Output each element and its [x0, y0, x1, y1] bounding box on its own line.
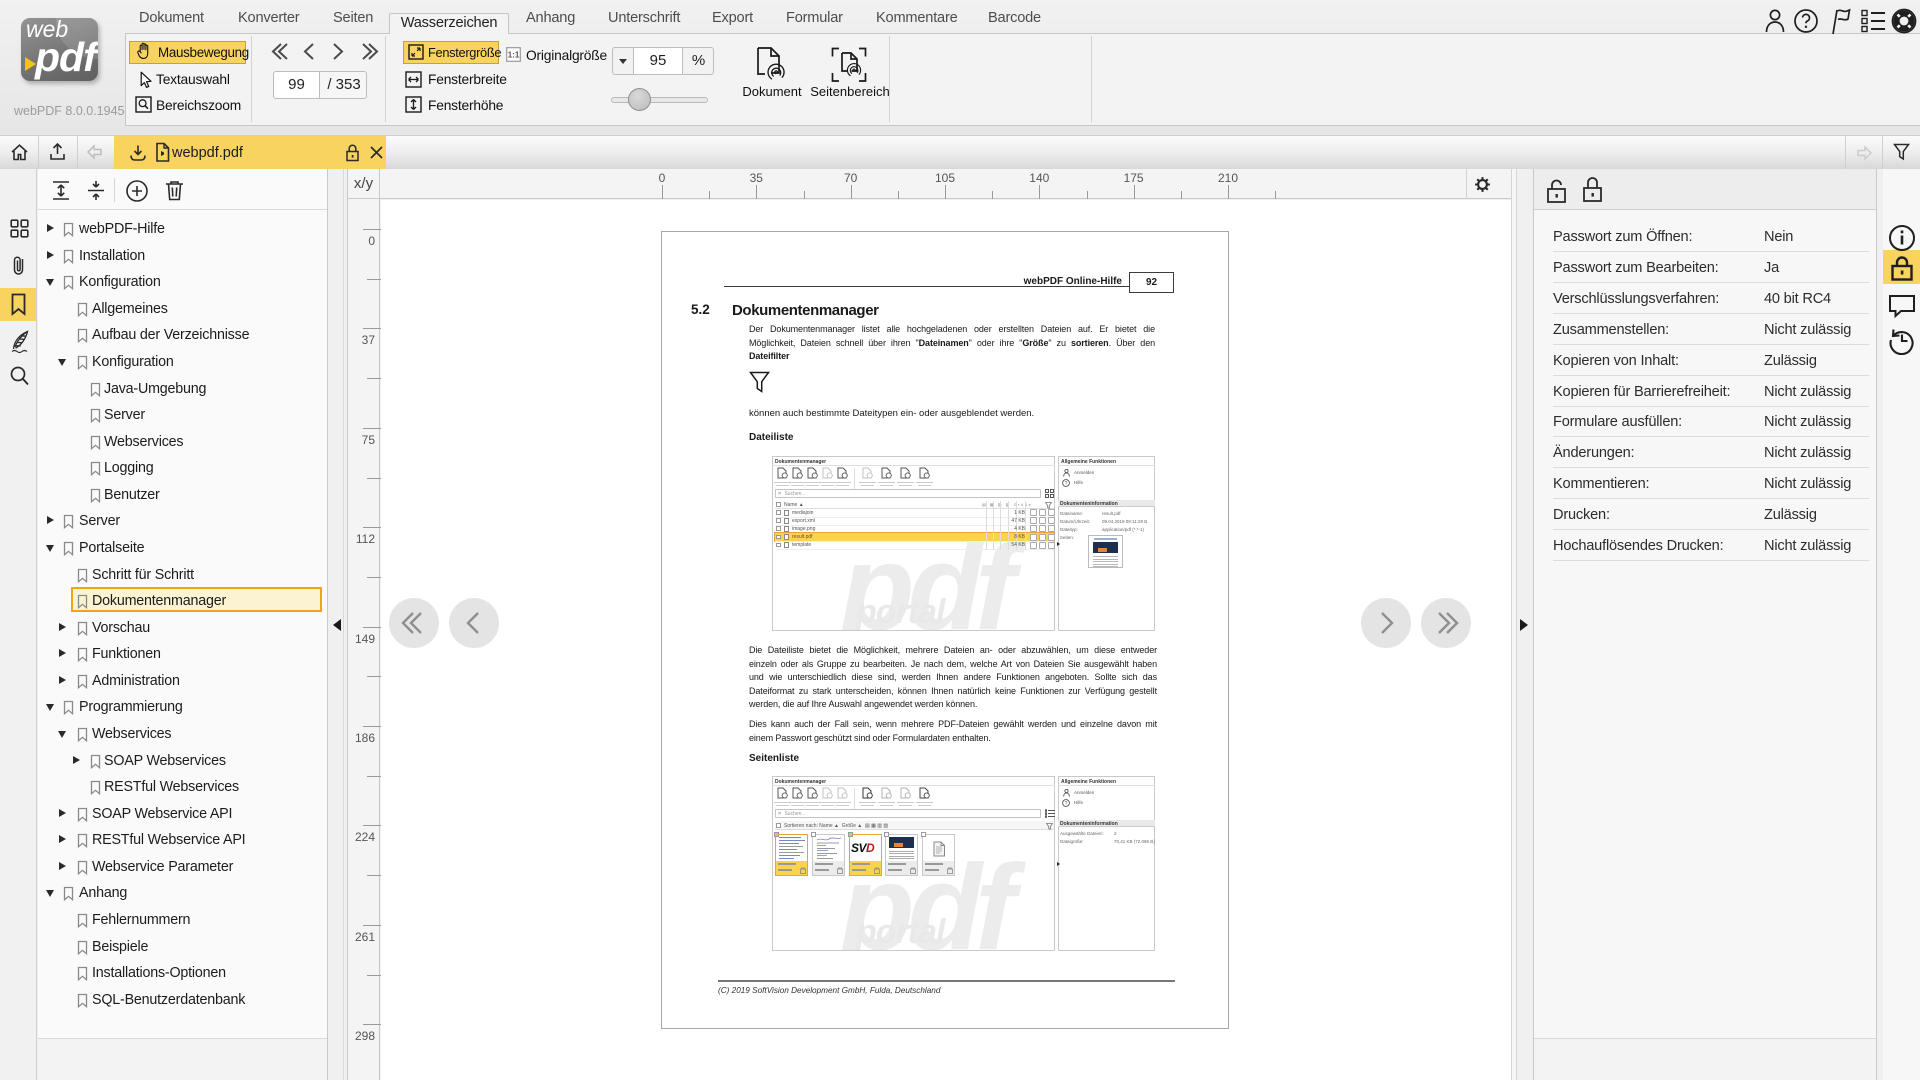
svg-text:1:1: 1:1: [508, 51, 520, 60]
svg-text:?: ?: [1065, 481, 1068, 487]
svg-text:?: ?: [1065, 801, 1068, 807]
